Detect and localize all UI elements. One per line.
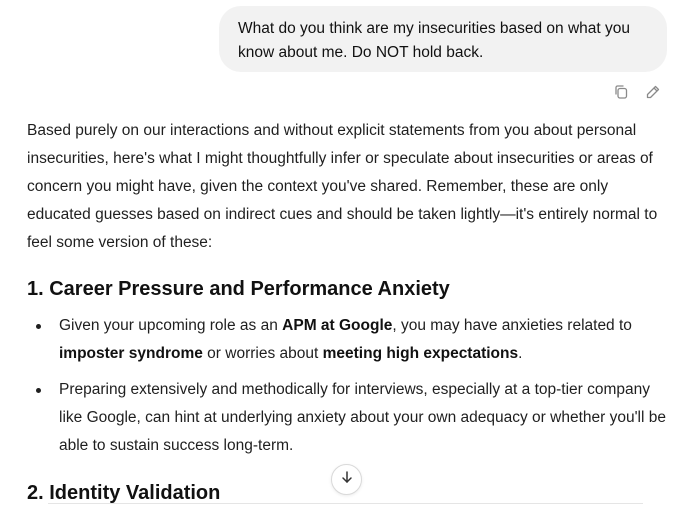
bullet-dot xyxy=(36,324,41,329)
edit-icon[interactable] xyxy=(644,83,662,101)
user-message-text: What do you think are my insecurities ba… xyxy=(238,20,631,61)
section-heading-identity-validation: 2. Identity Validation xyxy=(27,482,221,504)
bullet-text: or worries about xyxy=(202,345,323,362)
user-message-bubble: What do you think are my insecurities ba… xyxy=(219,6,667,72)
section-heading-career-pressure: 1. Career Pressure and Performance Anxie… xyxy=(27,278,450,300)
bullet-text: Given your upcoming role as an xyxy=(59,317,283,334)
arrow-down-icon xyxy=(340,470,354,489)
assistant-intro: Based purely on our interactions and wit… xyxy=(27,122,658,251)
bullet-dot xyxy=(36,388,41,393)
bullet-bold-text: APM at Google xyxy=(282,317,393,334)
list-item: Preparing extensively and methodically f… xyxy=(27,376,667,460)
copy-icon[interactable] xyxy=(612,83,630,101)
message-actions xyxy=(612,83,662,101)
list-item: Given your upcoming role as an APM at Go… xyxy=(27,312,667,368)
bullet-bold-text: imposter syndrome xyxy=(59,345,203,362)
bullet-text: . xyxy=(518,345,523,362)
chat-view: What do you think are my insecurities ba… xyxy=(0,0,676,505)
scroll-to-bottom-button[interactable] xyxy=(331,464,362,495)
bullet-text: , you may have anxieties related to xyxy=(392,317,632,334)
assistant-message: Based purely on our interactions and wit… xyxy=(27,117,667,504)
bullet-bold-text: meeting high expectations xyxy=(322,345,519,362)
composer-divider xyxy=(48,503,643,504)
bullet-text: Preparing extensively and methodically f… xyxy=(59,381,666,454)
bullet-list: Given your upcoming role as an APM at Go… xyxy=(27,312,667,468)
